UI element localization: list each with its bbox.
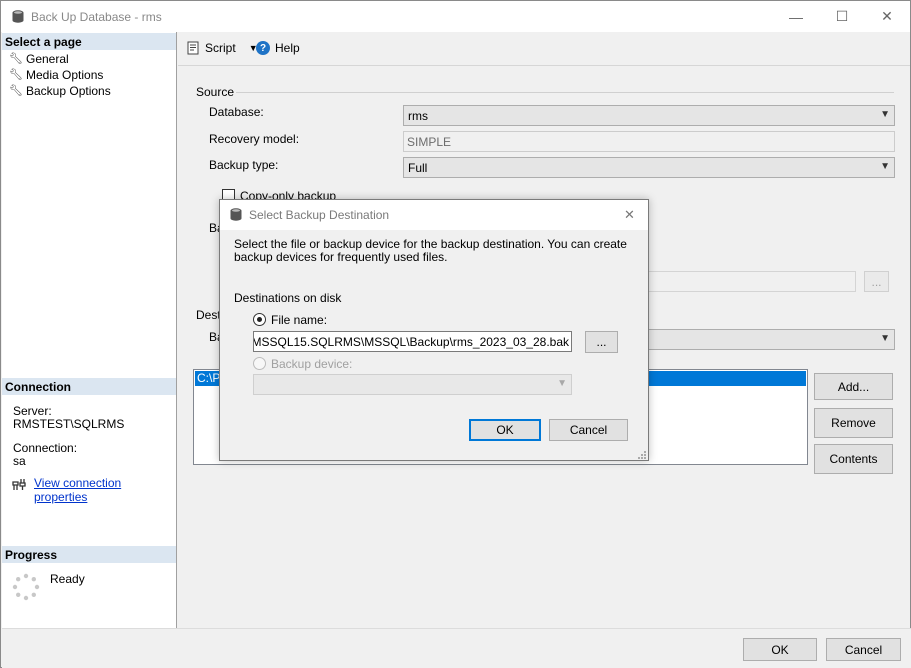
file-browse-button[interactable]: ... <box>585 331 618 353</box>
toolbar: Script ▼ ? Help <box>178 32 910 66</box>
script-label: Script <box>205 41 236 55</box>
resize-grip-icon[interactable] <box>637 449 647 459</box>
remove-button[interactable]: Remove <box>814 408 893 438</box>
script-button[interactable]: Script ▼ <box>186 41 258 55</box>
connection-properties-icon <box>12 477 26 491</box>
script-icon <box>186 41 200 55</box>
page-media-options[interactable]: 🔧︎ Media Options <box>9 67 103 83</box>
contents-button[interactable]: Contents <box>814 444 893 474</box>
dialog-ok-button[interactable]: OK <box>469 419 541 441</box>
file-name-input[interactable]: rver\MSSQL15.SQLRMS\MSSQL\Backup\rms_202… <box>253 331 572 352</box>
dialog-description: Select the file or backup device for the… <box>234 237 627 264</box>
chevron-down-icon: ▼ <box>880 333 890 344</box>
backup-type-combo[interactable]: Full ▼ <box>403 157 895 178</box>
connection-header: Connection <box>2 378 176 395</box>
file-name-radio[interactable] <box>253 313 266 326</box>
files-browse-button[interactable]: ... <box>864 271 889 292</box>
maximize-button[interactable]: ☐ <box>819 1 865 32</box>
help-label: Help <box>275 41 300 55</box>
page-label: Media Options <box>26 68 104 82</box>
select-backup-destination-dialog: Select Backup Destination ✕ Select the f… <box>219 199 649 461</box>
dialog-cancel-button[interactable]: Cancel <box>549 419 628 441</box>
chevron-down-icon: ▼ <box>880 109 890 120</box>
wrench-icon: 🔧︎ <box>9 53 23 65</box>
minimize-button[interactable]: — <box>773 1 819 32</box>
connection-label: Connection: <box>13 441 78 455</box>
left-pane: Select a page 🔧︎ General 🔧︎ Media Option… <box>2 32 177 628</box>
backup-device-combo[interactable]: ▼ <box>253 374 572 395</box>
close-button[interactable]: ✕ <box>864 1 910 32</box>
destinations-on-disk-label: Destinations on disk <box>234 291 342 305</box>
database-value: rms <box>408 109 428 123</box>
source-header: Source <box>196 85 235 99</box>
database-combo[interactable]: rms ▼ <box>403 105 895 126</box>
select-page-header: Select a page <box>2 33 176 50</box>
page-label: Backup Options <box>26 84 111 98</box>
recovery-model-field: SIMPLE <box>403 131 895 152</box>
file-name-value: rver\MSSQL15.SQLRMS\MSSQL\Backup\rms_202… <box>253 335 569 349</box>
page-backup-options[interactable]: 🔧︎ Backup Options <box>9 83 111 99</box>
file-name-label: File name: <box>271 313 328 327</box>
help-button[interactable]: ? Help <box>256 41 300 55</box>
window-title: Back Up Database - rms <box>31 10 162 24</box>
backup-device-label: Backup device: <box>271 357 353 371</box>
page-general[interactable]: 🔧︎ General <box>9 51 69 67</box>
dialog-title: Select Backup Destination <box>249 208 390 222</box>
bottom-bar: OK Cancel <box>2 628 911 668</box>
backup-device-radio[interactable] <box>253 357 266 370</box>
back-up-to-combo[interactable]: ▼ <box>648 329 895 350</box>
files-field <box>648 271 856 292</box>
database-icon <box>12 10 24 23</box>
help-icon: ? <box>256 41 270 55</box>
progress-spinner-icon <box>12 573 40 601</box>
backup-type-label: Backup type: <box>209 158 279 172</box>
server-label: Server: <box>13 404 52 418</box>
dialog-title-bar: Select Backup Destination ✕ <box>220 200 648 230</box>
database-label: Database: <box>209 105 264 119</box>
dialog-close-button[interactable]: ✕ <box>624 207 635 223</box>
backup-type-value: Full <box>408 161 428 175</box>
connection-value: sa <box>13 454 26 468</box>
wrench-icon: 🔧︎ <box>9 69 23 81</box>
chevron-down-icon: ▼ <box>557 378 567 389</box>
chevron-down-icon: ▼ <box>880 161 890 172</box>
progress-header: Progress <box>2 546 176 563</box>
title-bar: Back Up Database - rms — ☐ ✕ <box>1 1 910 32</box>
recovery-model-label: Recovery model: <box>209 132 300 146</box>
database-icon <box>230 208 242 221</box>
wrench-icon: 🔧︎ <box>9 85 23 97</box>
server-value: RMSTEST\SQLRMS <box>13 417 125 431</box>
add-button[interactable]: Add... <box>814 373 893 400</box>
progress-status: Ready <box>50 572 85 586</box>
cancel-button[interactable]: Cancel <box>826 638 901 661</box>
page-label: General <box>26 52 69 66</box>
view-connection-properties-link[interactable]: View connection properties <box>34 476 176 504</box>
source-divider <box>236 92 894 93</box>
ok-button[interactable]: OK <box>743 638 817 661</box>
